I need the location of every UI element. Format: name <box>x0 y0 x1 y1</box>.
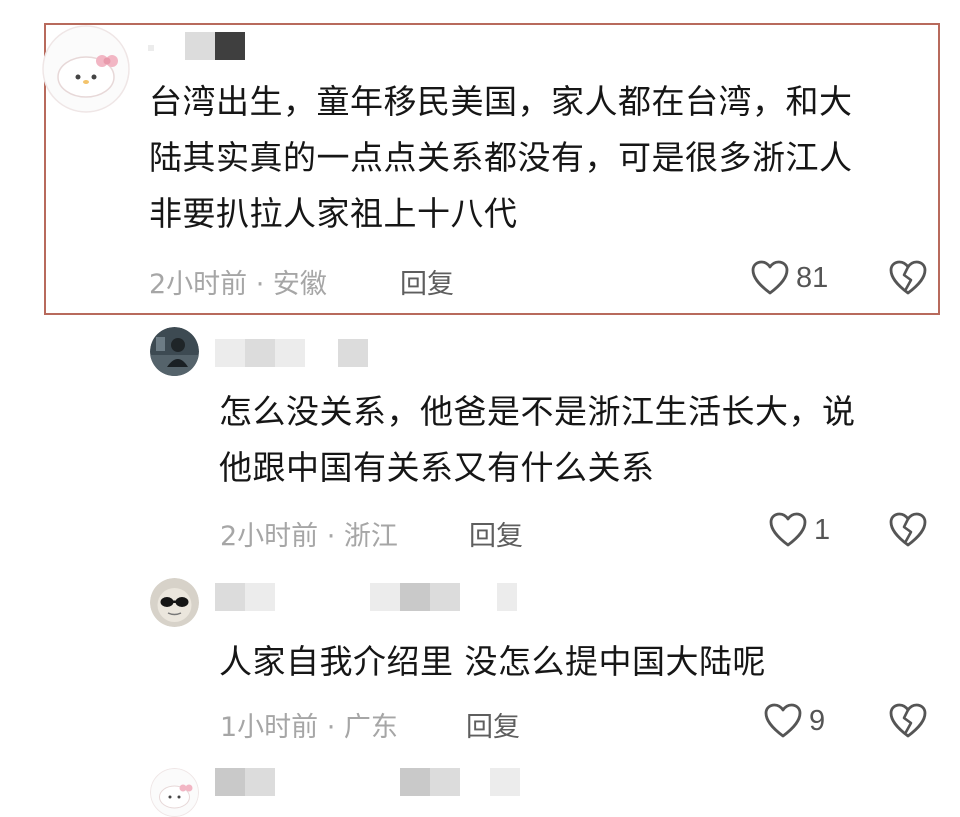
user-avatar[interactable] <box>150 578 199 627</box>
broken-heart-icon <box>889 703 927 738</box>
like-button[interactable]: 81 <box>750 259 828 297</box>
heart-outline-icon <box>751 260 789 295</box>
reply-button[interactable]: 回复 <box>400 262 454 301</box>
like-button[interactable]: 1 <box>768 511 830 549</box>
like-button[interactable]: 9 <box>763 702 825 740</box>
user-avatar[interactable] <box>150 768 199 817</box>
like-count: 81 <box>796 261 829 294</box>
comment-timestamp-location: 2小时前 · 安徽 <box>149 269 327 300</box>
dislike-button[interactable] <box>888 702 928 740</box>
hello-kitty-avatar-icon <box>150 768 199 817</box>
redacted-username <box>245 339 275 367</box>
comment-text: 人家自我介绍里 没怎么提中国大陆呢 <box>219 642 766 681</box>
reply-button[interactable]: 回复 <box>469 514 523 553</box>
redacted-username <box>148 45 154 51</box>
heart-outline-icon <box>769 512 807 547</box>
heart-outline-icon <box>764 703 802 738</box>
dislike-button[interactable] <box>888 511 928 549</box>
comment-timestamp-location: 1小时前 · 广东 <box>220 712 398 743</box>
user-avatar[interactable] <box>42 25 130 113</box>
redacted-username <box>400 768 430 796</box>
reply-button[interactable]: 回复 <box>466 705 520 744</box>
hello-kitty-avatar-icon <box>42 25 130 113</box>
redacted-username <box>400 583 430 611</box>
broken-heart-icon <box>889 260 927 295</box>
redacted-username <box>430 583 460 611</box>
redacted-username <box>338 339 368 367</box>
redacted-username <box>245 768 275 796</box>
redacted-username <box>370 583 400 611</box>
redacted-username <box>215 768 245 796</box>
redacted-username <box>185 32 215 60</box>
redacted-username <box>430 768 460 796</box>
like-count: 9 <box>809 704 826 737</box>
redacted-username <box>215 583 245 611</box>
sunglasses-avatar-icon <box>150 578 199 627</box>
like-count: 1 <box>814 513 831 546</box>
comment-text: 台湾出生，童年移民美国，家人都在台湾，和大 陆其实真的一点点关系都没有，可是很多… <box>149 82 853 233</box>
redacted-username <box>245 583 275 611</box>
redacted-username <box>275 339 305 367</box>
dislike-button[interactable] <box>888 259 928 297</box>
redacted-username <box>497 583 517 611</box>
comment-text: 怎么没关系，他爸是不是浙江生活长大，说 他跟中国有关系又有什么关系 <box>219 392 856 487</box>
user-avatar[interactable] <box>150 327 199 376</box>
redacted-username <box>490 768 520 796</box>
redacted-username <box>215 32 245 60</box>
photo-avatar-icon <box>150 327 199 376</box>
broken-heart-icon <box>889 512 927 547</box>
comment-timestamp-location: 2小时前 · 浙江 <box>220 521 398 552</box>
redacted-username <box>215 339 245 367</box>
